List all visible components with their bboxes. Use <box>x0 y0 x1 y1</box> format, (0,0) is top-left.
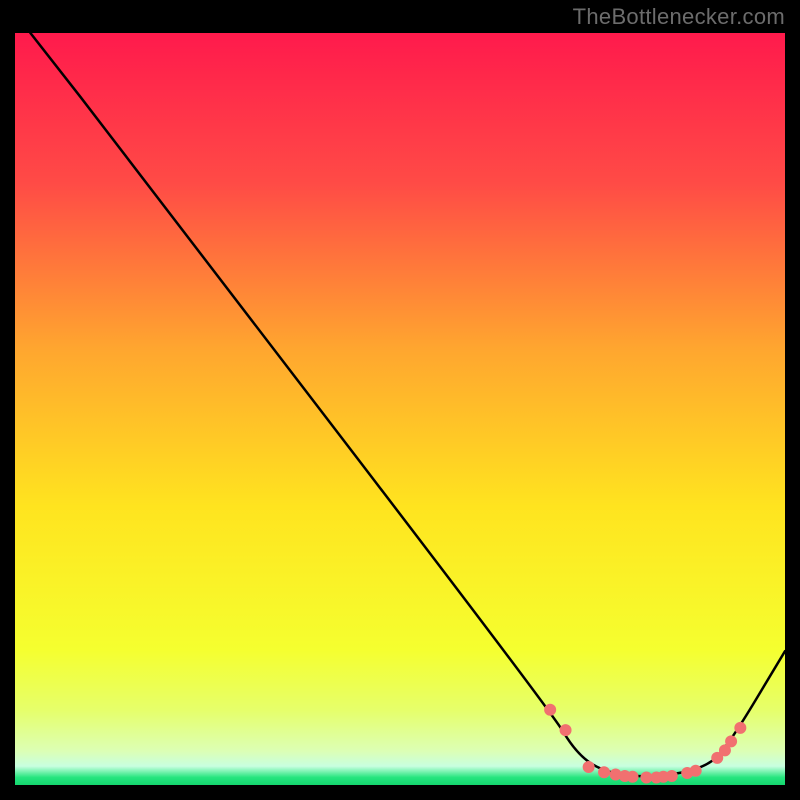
data-marker <box>627 771 638 782</box>
data-marker <box>599 767 610 778</box>
data-marker <box>666 770 677 781</box>
chart-svg <box>15 33 785 785</box>
data-marker <box>545 704 556 715</box>
data-marker <box>735 722 746 733</box>
data-marker <box>641 772 652 783</box>
plot-area <box>15 33 785 785</box>
attribution-text: TheBottlenecker.com <box>573 0 785 33</box>
data-marker <box>560 725 571 736</box>
data-marker <box>690 765 701 776</box>
chart-frame: TheBottlenecker.com <box>0 0 800 800</box>
data-marker <box>726 736 737 747</box>
gradient-background <box>15 33 785 785</box>
data-marker <box>583 761 594 772</box>
